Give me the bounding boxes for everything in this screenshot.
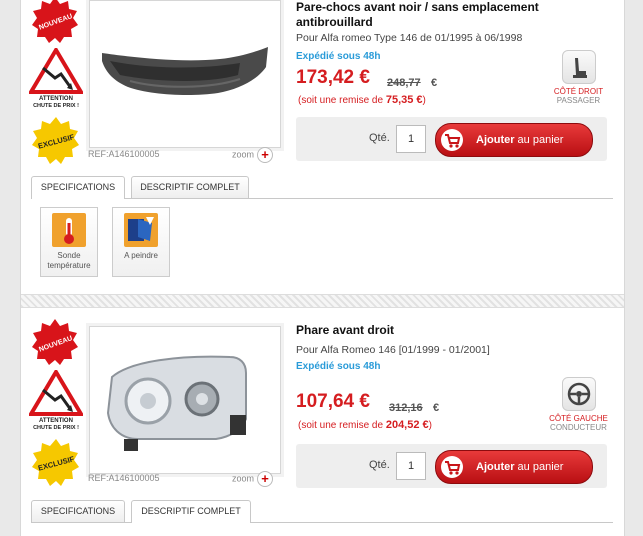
product-compatibility: Pour Alfa romeo Type 146 de 01/1995 à 06… <box>296 32 523 44</box>
product-title[interactable]: Phare avant droit <box>296 323 586 338</box>
svg-text:ATTENTION: ATTENTION <box>39 96 73 102</box>
product-image[interactable] <box>89 326 281 474</box>
zoom-plus-icon[interactable]: + <box>257 471 274 487</box>
product-reference: REF:A146100005 <box>88 149 160 159</box>
seat-icon <box>561 50 596 84</box>
quantity-input[interactable]: 1 <box>396 452 426 480</box>
shipping-info: Expédié sous 48h <box>296 51 381 62</box>
exclusive-badge: EXCLUSIF <box>31 116 81 166</box>
bumper-image <box>102 47 268 95</box>
quantity-label: Qté. <box>369 459 390 471</box>
feature-sonde-temperature: Sonde température <box>40 207 98 277</box>
tab-descriptif-complet[interactable]: DESCRIPTIF COMPLET <box>131 176 249 198</box>
side-secondary: CONDUCTEUR <box>550 423 607 432</box>
feature-line2: température <box>47 261 91 270</box>
tab-descriptif-complet[interactable]: DESCRIPTIF COMPLET <box>131 500 251 523</box>
steering-wheel-icon <box>561 377 596 411</box>
feature-a-peindre: A peindre <box>112 207 170 277</box>
feature-line1: Sonde <box>57 251 81 260</box>
product-card: NOUVEAU ATTENTION CHUTE DE PRIX ! EXCLUS… <box>21 0 624 294</box>
side-indicator: CÔTÉ DROIT PASSAGER <box>546 50 611 105</box>
product-tabs: SPECIFICATIONS DESCRIPTIF COMPLET <box>31 174 613 199</box>
cart-icon <box>441 456 463 478</box>
thermometer-icon <box>52 213 86 247</box>
new-badge: NOUVEAU <box>31 0 79 44</box>
side-indicator: CÔTÉ GAUCHE CONDUCTEUR <box>546 377 611 432</box>
add-label: Ajouter <box>476 134 515 146</box>
add-to-cart-button[interactable]: Ajouter au panier <box>435 123 593 157</box>
new-badge: NOUVEAU <box>31 318 79 366</box>
discount-text: (soit une remise de 204,52 €) <box>298 419 432 431</box>
tab-specifications[interactable]: SPECIFICATIONS <box>31 176 125 199</box>
add-suffix: au panier <box>514 461 564 473</box>
exclusive-badge: EXCLUSIF <box>31 438 81 488</box>
zoom-control[interactable]: zoom + <box>232 147 274 163</box>
side-primary: CÔTÉ DROIT <box>553 87 604 96</box>
current-price: 173,42 € <box>296 67 370 88</box>
discount-text: (soit une remise de 75,35 €) <box>298 94 426 106</box>
product-card: NOUVEAU ATTENTION CHUTE DE PRIX ! EXCLUS… <box>21 318 624 536</box>
old-price: 248,77 <box>387 77 421 89</box>
feature-line1: A peindre <box>124 251 158 260</box>
discount-value: 75,35 € <box>385 94 423 106</box>
discount-suffix: ) <box>422 95 426 106</box>
svg-text:CHUTE DE PRIX !: CHUTE DE PRIX ! <box>33 103 79 109</box>
side-secondary: PASSAGER <box>556 96 601 105</box>
svg-text:ATTENTION: ATTENTION <box>39 418 73 424</box>
product-tabs: SPECIFICATIONS DESCRIPTIF COMPLET <box>31 498 613 523</box>
old-price-currency: € <box>431 77 438 89</box>
old-price: 312,16 <box>389 402 423 414</box>
product-title[interactable]: Pare-chocs avant noir / sans emplacement… <box>296 0 586 30</box>
add-to-cart-bar: Qté. 1 Ajouter au panier <box>296 444 607 488</box>
add-suffix: au panier <box>514 134 564 146</box>
shipping-info: Expédié sous 48h <box>296 361 381 372</box>
quantity-input[interactable]: 1 <box>396 125 426 153</box>
product-separator <box>21 294 624 308</box>
product-list: NOUVEAU ATTENTION CHUTE DE PRIX ! EXCLUS… <box>20 0 625 536</box>
quantity-label: Qté. <box>369 132 390 144</box>
product-image[interactable] <box>89 0 281 148</box>
tab-specifications[interactable]: SPECIFICATIONS <box>31 500 125 522</box>
zoom-control[interactable]: zoom + <box>232 471 274 487</box>
headlight-image <box>106 355 247 451</box>
cart-icon <box>441 129 463 151</box>
old-price-currency: € <box>433 402 440 414</box>
current-price: 107,64 € <box>296 391 370 412</box>
add-to-cart-bar: Qté. 1 Ajouter au panier <box>296 117 607 161</box>
discount-prefix: (soit une remise de <box>298 420 386 431</box>
zoom-label: zoom <box>232 473 255 484</box>
product-reference: REF:A146100005 <box>88 473 160 483</box>
price-drop-badge: ATTENTION CHUTE DE PRIX ! <box>29 370 83 432</box>
add-label: Ajouter <box>476 461 515 473</box>
discount-prefix: (soit une remise de <box>298 95 386 106</box>
discount-value: 204,52 € <box>385 419 429 431</box>
svg-text:CHUTE DE PRIX !: CHUTE DE PRIX ! <box>33 425 79 431</box>
side-primary: CÔTÉ GAUCHE <box>549 414 608 423</box>
add-to-cart-button[interactable]: Ajouter au panier <box>435 450 593 484</box>
zoom-plus-icon[interactable]: + <box>257 147 274 163</box>
zoom-label: zoom <box>232 149 255 160</box>
price-drop-badge: ATTENTION CHUTE DE PRIX ! <box>29 48 83 110</box>
product-compatibility: Pour Alfa Romeo 146 [01/1999 - 01/2001] <box>296 344 490 356</box>
discount-suffix: ) <box>428 420 432 431</box>
paint-icon <box>124 213 158 247</box>
